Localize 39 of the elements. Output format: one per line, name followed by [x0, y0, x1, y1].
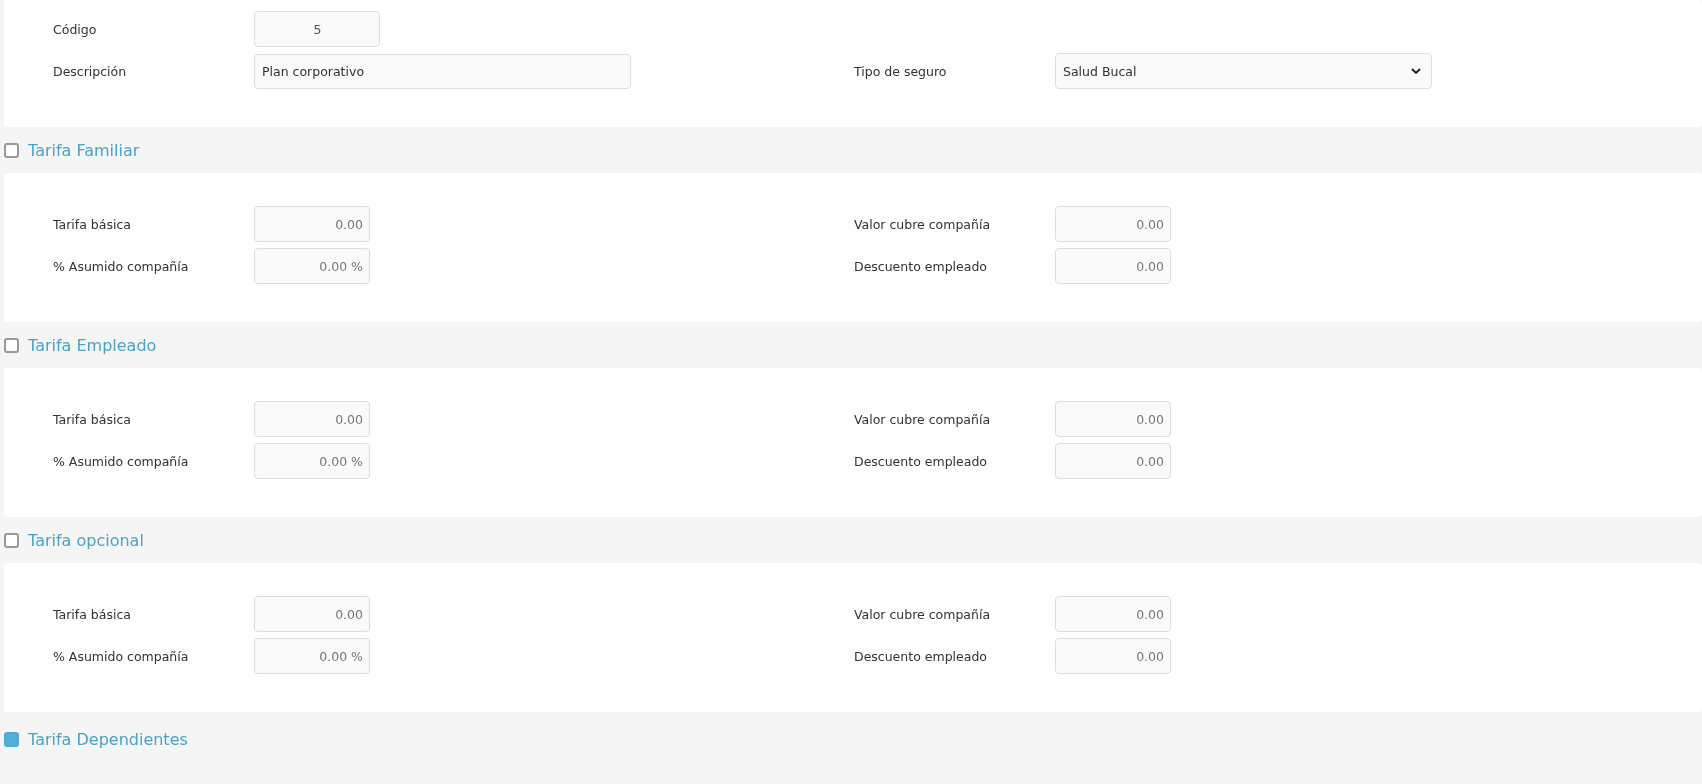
- field-label: Tarifa básica: [53, 606, 132, 622]
- field-label: Valor cubre compañía: [854, 411, 992, 427]
- checkbox[interactable]: [4, 732, 19, 747]
- select-field[interactable]: Salud Bucal: [1055, 53, 1432, 89]
- field-label: Descuento empleado: [854, 648, 988, 664]
- input-field[interactable]: 0.00: [254, 596, 370, 632]
- field-label: Descripción: [53, 63, 128, 79]
- input-field[interactable]: 5: [254, 11, 380, 47]
- caret-icon: [1411, 68, 1421, 74]
- section-title: Tarifa Empleado: [28, 335, 157, 355]
- input-field[interactable]: 0.00: [1055, 401, 1171, 437]
- checkbox[interactable]: [4, 532, 19, 548]
- section-title: Tarifa Familiar: [28, 140, 140, 160]
- field-label: Tarifa básica: [53, 216, 132, 232]
- input-field[interactable]: 0.00 %: [254, 443, 370, 479]
- field-label: Tarifa básica: [53, 411, 132, 427]
- field-label: Descuento empleado: [854, 453, 988, 469]
- field-label: Descuento empleado: [854, 258, 988, 274]
- field-label: Valor cubre compañía: [854, 216, 992, 232]
- field-label: Tipo de seguro: [854, 63, 948, 79]
- input-field[interactable]: 0.00: [1055, 596, 1171, 632]
- input-field[interactable]: 0.00: [254, 206, 370, 242]
- section-title: Tarifa Dependientes: [28, 730, 188, 749]
- input-field[interactable]: 0.00 %: [254, 248, 370, 284]
- input-field[interactable]: 0.00: [1055, 443, 1171, 479]
- input-field[interactable]: Plan corporativo: [254, 53, 631, 89]
- section-title: Tarifa opcional: [28, 530, 144, 550]
- checkbox[interactable]: [4, 337, 19, 353]
- input-field[interactable]: 0.00: [1055, 638, 1171, 674]
- checkbox[interactable]: [4, 142, 19, 158]
- input-field[interactable]: 0.00: [1055, 248, 1171, 284]
- field-label: % Asumido compañía: [53, 258, 190, 274]
- field-label: Valor cubre compañía: [854, 606, 992, 622]
- field-label: Código: [53, 21, 98, 37]
- field-label: % Asumido compañía: [53, 648, 190, 664]
- input-field[interactable]: 0.00: [254, 401, 370, 437]
- field-label: % Asumido compañía: [53, 453, 190, 469]
- input-field[interactable]: 0.00 %: [254, 638, 370, 674]
- input-field[interactable]: 0.00: [1055, 206, 1171, 242]
